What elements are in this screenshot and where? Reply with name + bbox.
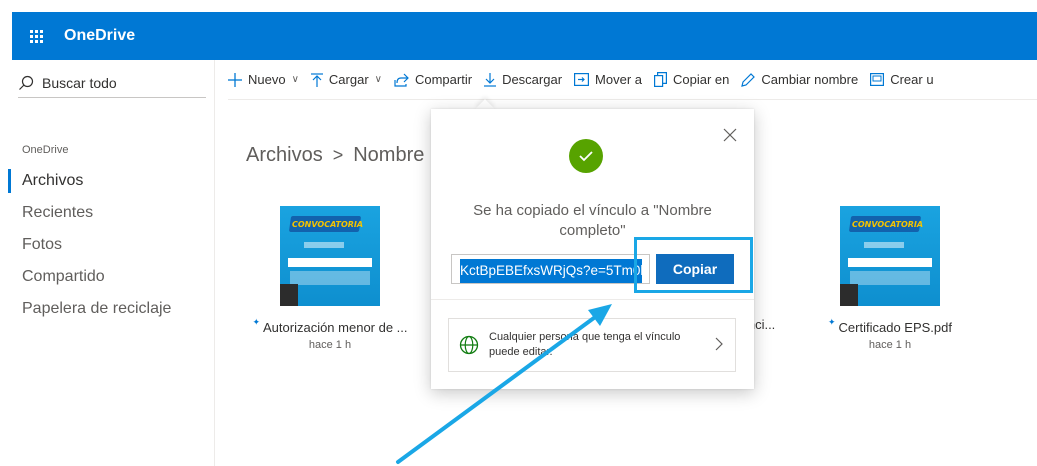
pencil-icon — [741, 72, 756, 87]
copy-icon — [654, 72, 667, 87]
chevron-right-icon — [715, 337, 723, 351]
search-icon — [19, 75, 34, 90]
search-placeholder: Buscar todo — [42, 74, 117, 91]
command-bar: Nuevo ∨ Cargar ∨ Compartir Descargar Mov… — [228, 60, 1037, 100]
app-title[interactable]: OneDrive — [64, 27, 135, 45]
waffle-icon — [29, 29, 43, 43]
file-modified: hace 1 h — [868, 339, 912, 351]
thumbnail-text: CONVOCATORIA — [292, 220, 364, 229]
create-button[interactable]: Crear u — [870, 72, 934, 87]
link-value: KctBpEBEfxsWRjQs?e=5Tm0lE — [460, 259, 642, 283]
nav-item-archivos[interactable]: Archivos — [0, 165, 214, 197]
chevron-down-icon: ∨ — [291, 74, 299, 85]
upload-icon — [310, 72, 323, 87]
sync-icon: ✦ — [252, 317, 260, 327]
file-thumbnail: CONVOCATORIA — [280, 206, 380, 306]
plus-icon — [228, 72, 242, 87]
rename-button[interactable]: Cambiar nombre — [741, 72, 858, 87]
file-name-row: ...nci... — [737, 317, 795, 332]
breadcrumb-current[interactable]: Nombre — [353, 144, 424, 167]
move-to-label: Mover a — [595, 72, 642, 87]
chevron-down-icon: ∨ — [374, 74, 382, 85]
upload-button[interactable]: Cargar ∨ — [310, 72, 382, 87]
app-launcher-button[interactable] — [12, 12, 60, 60]
app-header: OneDrive — [12, 12, 1037, 60]
search-box[interactable]: Buscar todo — [18, 68, 206, 98]
breadcrumb: Archivos > Nombre — [246, 144, 424, 167]
file-name[interactable]: Certificado EPS.pdf — [839, 320, 952, 335]
copy-to-button[interactable]: Copiar en — [654, 72, 729, 87]
nav-item-compartido[interactable]: Compartido — [0, 261, 214, 293]
album-icon — [870, 73, 885, 86]
close-button[interactable] — [720, 125, 740, 145]
sync-icon: ✦ — [828, 317, 836, 327]
download-button[interactable]: Descargar — [484, 72, 562, 87]
file-thumbnail: CONVOCATORIA — [840, 206, 940, 306]
close-icon — [723, 128, 737, 142]
link-field[interactable]: KctBpEBEfxsWRjQs?e=5Tm0lE — [451, 254, 650, 284]
share-button[interactable]: Compartir — [394, 72, 472, 87]
move-to-button[interactable]: Mover a — [574, 72, 642, 87]
share-label: Compartir — [414, 72, 473, 87]
file-tile[interactable]: ...nci... — [737, 303, 795, 332]
annotation-arrow — [396, 304, 612, 464]
rename-label: Cambiar nombre — [761, 72, 859, 87]
copy-to-label: Copiar en — [673, 72, 730, 87]
move-icon — [574, 73, 590, 86]
left-navigation: Buscar todo OneDrive Archivos Recientes … — [0, 60, 215, 466]
new-button[interactable]: Nuevo ∨ — [228, 72, 299, 87]
annotation-highlight-box — [634, 237, 753, 293]
share-icon — [394, 73, 409, 87]
thumbnail-text: CONVOCATORIA — [852, 220, 924, 229]
nav-item-papelera[interactable]: Papelera de reciclaje — [0, 293, 214, 325]
file-tile[interactable]: CONVOCATORIA ✦ Certificado EPS.pdf hace … — [805, 206, 975, 351]
success-check-icon — [569, 139, 603, 173]
nav-item-fotos[interactable]: Fotos — [0, 229, 214, 261]
create-label: Crear u — [890, 72, 934, 87]
file-name-row: ✦ Certificado EPS.pdf — [805, 317, 975, 335]
breadcrumb-root[interactable]: Archivos — [246, 144, 323, 167]
copied-message: Se ha copiado el vínculo a "Nombre compl… — [473, 202, 712, 239]
screenshot-frame: OneDrive Buscar todo OneDrive Archivos R… — [0, 0, 1037, 466]
nav-item-recientes[interactable]: Recientes — [0, 197, 214, 229]
new-label: Nuevo — [248, 72, 286, 87]
nav-heading: OneDrive — [22, 144, 69, 156]
upload-label: Cargar — [328, 72, 369, 87]
download-label: Descargar — [502, 72, 563, 87]
download-icon — [484, 72, 497, 87]
breadcrumb-separator-icon: > — [332, 145, 344, 165]
